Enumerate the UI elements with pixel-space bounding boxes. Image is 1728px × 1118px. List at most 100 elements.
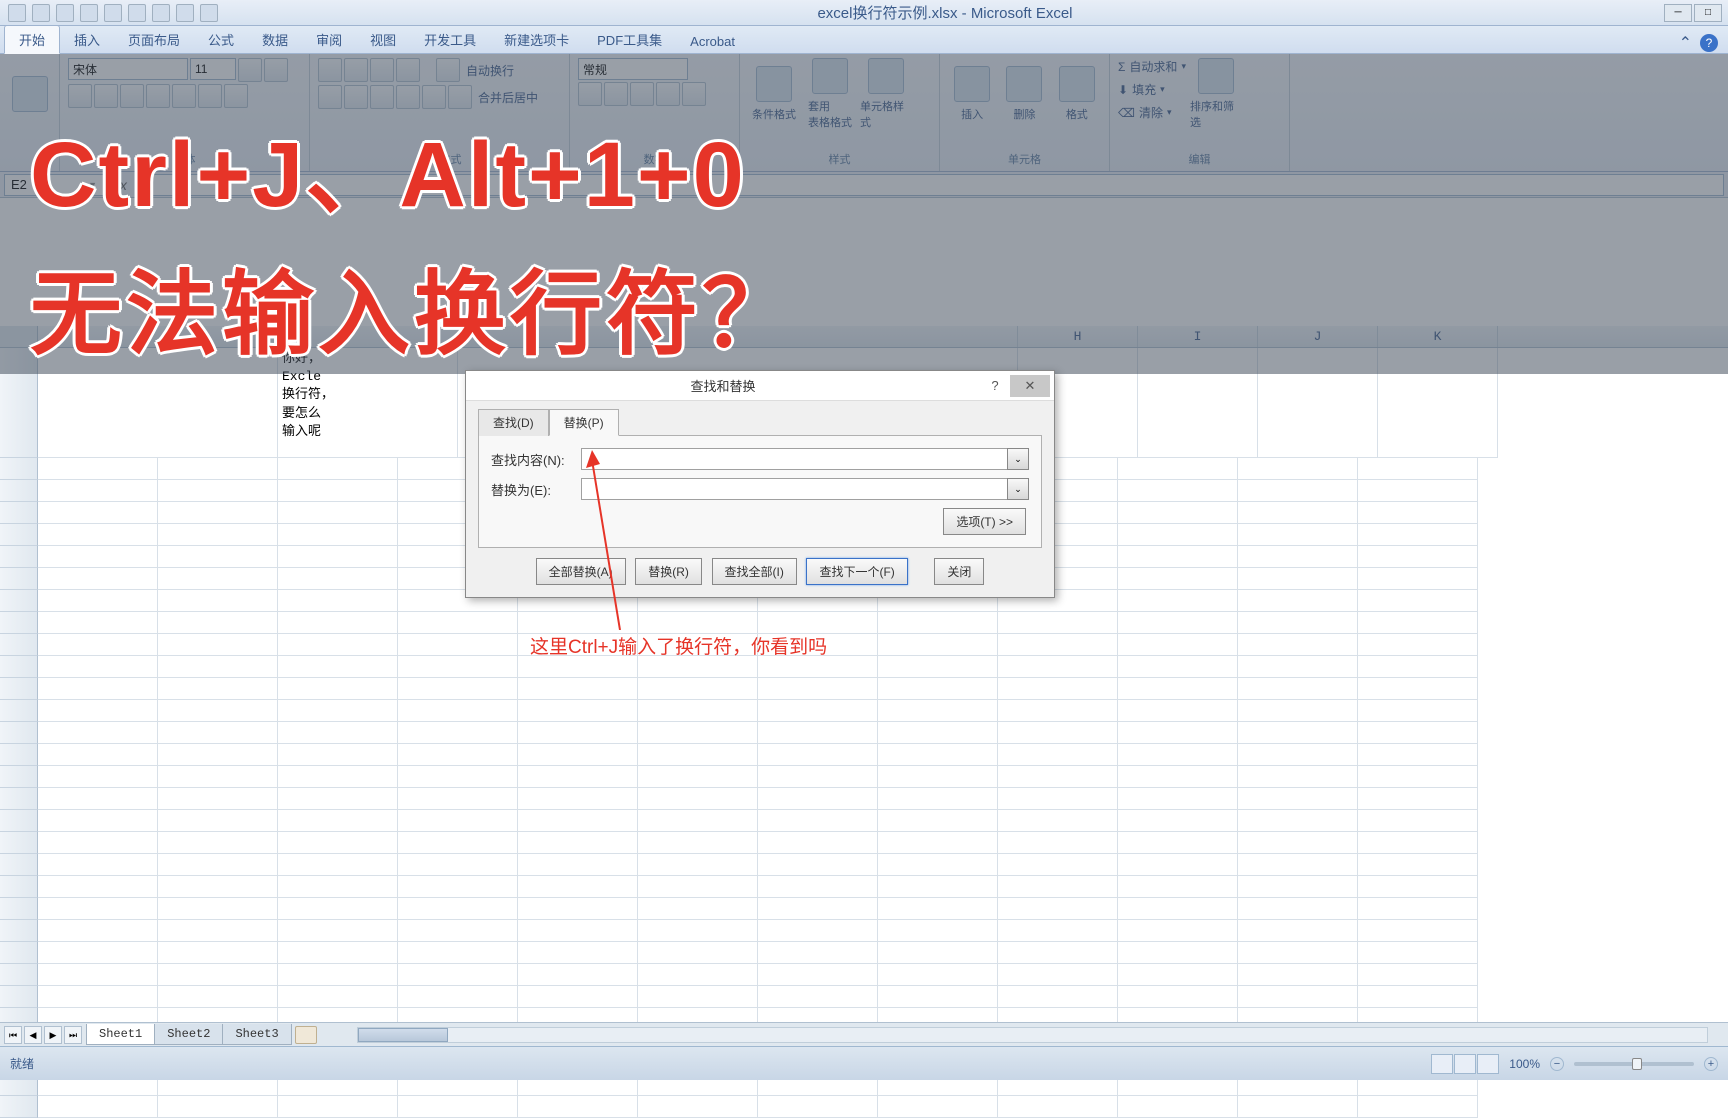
cell[interactable] <box>998 612 1118 634</box>
cell[interactable] <box>878 634 998 656</box>
row-header[interactable] <box>0 920 38 942</box>
cell[interactable] <box>158 986 278 1008</box>
indent-decrease-icon[interactable] <box>396 85 420 109</box>
row-header[interactable] <box>0 876 38 898</box>
row-header[interactable] <box>0 590 38 612</box>
cell[interactable] <box>278 502 398 524</box>
cell[interactable] <box>998 1096 1118 1118</box>
row-header[interactable] <box>0 612 38 634</box>
cell[interactable] <box>158 546 278 568</box>
cell[interactable] <box>878 612 998 634</box>
cell[interactable] <box>398 942 518 964</box>
cell[interactable] <box>998 986 1118 1008</box>
row-header[interactable] <box>0 986 38 1008</box>
cell[interactable] <box>998 810 1118 832</box>
cell[interactable] <box>398 898 518 920</box>
merge-label[interactable]: 合并后居中 <box>474 85 542 110</box>
cell[interactable] <box>1118 788 1238 810</box>
row-header[interactable] <box>0 458 38 480</box>
cell[interactable] <box>638 678 758 700</box>
cell[interactable] <box>1238 656 1358 678</box>
normal-view-button[interactable] <box>1431 1054 1453 1074</box>
cell[interactable] <box>638 854 758 876</box>
cell[interactable] <box>758 898 878 920</box>
fill-color-icon[interactable] <box>172 84 196 108</box>
cell[interactable] <box>38 898 158 920</box>
cell[interactable] <box>998 854 1118 876</box>
cell[interactable] <box>278 898 398 920</box>
cell[interactable] <box>278 810 398 832</box>
increase-decimal-icon[interactable] <box>656 82 680 106</box>
cell[interactable] <box>758 700 878 722</box>
cell[interactable] <box>878 920 998 942</box>
row-header[interactable] <box>0 898 38 920</box>
name-box[interactable]: E2 ▼ <box>4 174 104 196</box>
cell[interactable] <box>278 832 398 854</box>
cell[interactable] <box>1118 832 1238 854</box>
select-all-corner[interactable] <box>0 326 38 347</box>
cell[interactable] <box>638 656 758 678</box>
decrease-font-icon[interactable] <box>264 58 288 82</box>
row-header[interactable] <box>0 656 38 678</box>
tab-pdf[interactable]: PDF工具集 <box>583 26 676 53</box>
qat-dropdown-icon[interactable] <box>200 4 218 22</box>
cell[interactable] <box>38 458 158 480</box>
cell[interactable] <box>1358 1096 1478 1118</box>
cell[interactable] <box>638 744 758 766</box>
cell[interactable] <box>1138 348 1258 458</box>
cell[interactable] <box>278 634 398 656</box>
cell[interactable] <box>158 480 278 502</box>
cell[interactable] <box>278 788 398 810</box>
zoom-slider[interactable] <box>1574 1062 1694 1066</box>
cell[interactable] <box>38 348 278 458</box>
cell[interactable] <box>1238 480 1358 502</box>
cell[interactable] <box>158 722 278 744</box>
cell[interactable] <box>1238 876 1358 898</box>
cell[interactable] <box>758 920 878 942</box>
cell[interactable] <box>1358 810 1478 832</box>
replace-all-button[interactable]: 全部替换(A) <box>536 558 626 585</box>
cell[interactable] <box>1238 788 1358 810</box>
cell[interactable] <box>878 854 998 876</box>
cell[interactable] <box>38 634 158 656</box>
cell[interactable] <box>398 722 518 744</box>
cell[interactable] <box>1118 810 1238 832</box>
font-color-icon[interactable] <box>198 84 222 108</box>
cell[interactable] <box>1118 898 1238 920</box>
cell[interactable] <box>998 656 1118 678</box>
cell[interactable] <box>1118 502 1238 524</box>
row-header[interactable] <box>0 854 38 876</box>
cell[interactable] <box>758 876 878 898</box>
close-button[interactable]: 关闭 <box>934 558 984 585</box>
cell[interactable] <box>998 898 1118 920</box>
cell[interactable] <box>158 744 278 766</box>
row-header[interactable] <box>0 722 38 744</box>
cell[interactable] <box>158 854 278 876</box>
cell[interactable] <box>1118 458 1238 480</box>
cell[interactable] <box>398 810 518 832</box>
cell[interactable] <box>1358 634 1478 656</box>
cell[interactable] <box>998 788 1118 810</box>
cell[interactable] <box>158 832 278 854</box>
col-header[interactable]: J <box>1258 326 1378 347</box>
cell-with-content[interactable]: 你好， Excle 换行符， 要怎么 输入呢 <box>278 348 458 458</box>
tab-formulas[interactable]: 公式 <box>194 26 248 53</box>
cell[interactable] <box>278 656 398 678</box>
prev-sheet-button[interactable]: ◀ <box>24 1026 42 1044</box>
indent-increase-icon[interactable] <box>422 85 446 109</box>
cell[interactable] <box>158 700 278 722</box>
cell[interactable] <box>878 766 998 788</box>
cell[interactable] <box>38 524 158 546</box>
col-header[interactable]: K <box>1378 326 1498 347</box>
cell[interactable] <box>998 766 1118 788</box>
format-cells-button[interactable]: 格式 <box>1053 58 1101 130</box>
cell[interactable] <box>878 810 998 832</box>
cell[interactable] <box>1358 898 1478 920</box>
cell[interactable] <box>38 722 158 744</box>
cell[interactable] <box>1378 348 1498 458</box>
find-dropdown-icon[interactable]: ⌄ <box>1007 448 1029 470</box>
cell[interactable] <box>1238 766 1358 788</box>
table-format-button[interactable]: 套用 表格格式 <box>804 58 856 130</box>
sheet-tab[interactable]: Sheet3 <box>222 1024 291 1045</box>
cell[interactable] <box>1238 502 1358 524</box>
